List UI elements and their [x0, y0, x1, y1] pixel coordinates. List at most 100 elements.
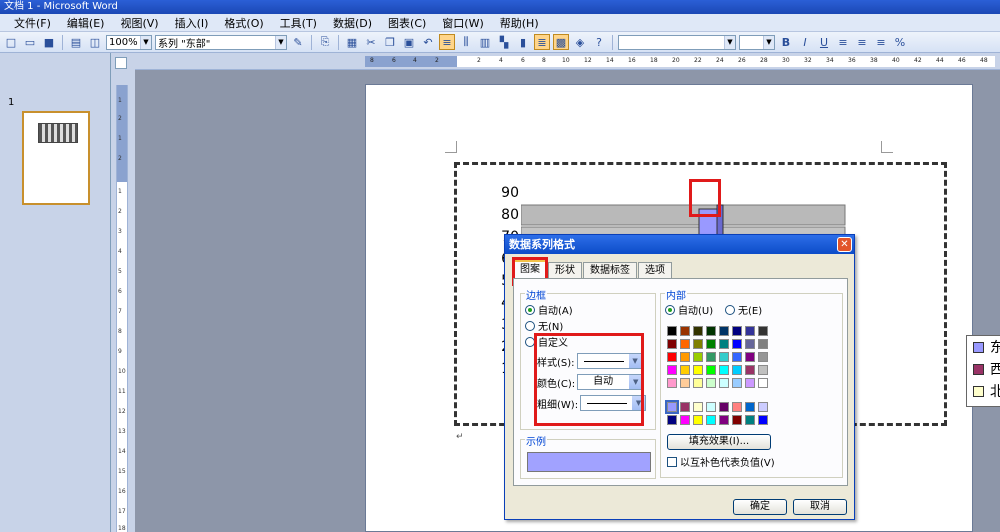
- radio-button[interactable]: [725, 304, 735, 315]
- horizontal-ruler[interactable]: 8 6 4 2 2 4 6 8 10 12 14 16 18 20 22 24 …: [135, 53, 1000, 70]
- color-swatch[interactable]: [680, 352, 690, 362]
- color-swatch[interactable]: [667, 415, 677, 425]
- color-swatch[interactable]: [745, 326, 755, 336]
- color-swatch[interactable]: [693, 365, 703, 375]
- fill-color-icon[interactable]: ◈: [572, 34, 588, 50]
- align-left-icon[interactable]: ≡: [835, 34, 851, 50]
- save-icon[interactable]: ■: [41, 34, 57, 50]
- color-swatch[interactable]: [667, 326, 677, 336]
- align-center-icon[interactable]: ≡: [854, 34, 870, 50]
- zoom-select[interactable]: 100% ▼: [106, 34, 152, 50]
- color-swatch[interactable]: [665, 400, 679, 414]
- color-swatch[interactable]: [693, 339, 703, 349]
- paste-icon[interactable]: ▣: [401, 34, 417, 50]
- menu-help[interactable]: 帮助(H): [492, 15, 547, 31]
- interior-auto-option[interactable]: 自动(U): [665, 302, 713, 317]
- color-swatch[interactable]: [719, 378, 729, 388]
- border-style-select[interactable]: ▼: [576, 353, 643, 369]
- close-icon[interactable]: ✕: [837, 237, 852, 252]
- menu-data[interactable]: 数据(D): [325, 15, 380, 31]
- border-none-option[interactable]: 无(N): [525, 318, 563, 333]
- undo-icon[interactable]: ↶: [420, 34, 436, 50]
- color-swatch[interactable]: [706, 352, 716, 362]
- bold-icon[interactable]: B: [778, 34, 794, 50]
- menu-view[interactable]: 视图(V): [112, 15, 166, 31]
- color-swatch[interactable]: [667, 378, 677, 388]
- menu-window[interactable]: 窗口(W): [434, 15, 491, 31]
- color-swatch[interactable]: [719, 365, 729, 375]
- chevron-down-icon[interactable]: ▼: [275, 35, 286, 49]
- font-size-select[interactable]: ▼: [739, 34, 775, 50]
- page-thumbnail[interactable]: [22, 111, 90, 205]
- radio-button[interactable]: [525, 320, 535, 331]
- print-icon[interactable]: ▤: [68, 34, 84, 50]
- copy-icon[interactable]: ❐: [382, 34, 398, 50]
- menu-insert[interactable]: 插入(I): [167, 15, 217, 31]
- color-swatch[interactable]: [745, 339, 755, 349]
- legend-item[interactable]: 东部: [967, 336, 1000, 358]
- color-swatch[interactable]: [732, 402, 742, 412]
- color-swatch[interactable]: [680, 378, 690, 388]
- color-swatch[interactable]: [732, 378, 742, 388]
- color-swatch[interactable]: [706, 326, 716, 336]
- border-weight-select[interactable]: ▼: [580, 395, 647, 411]
- chevron-down-icon[interactable]: ▼: [140, 35, 151, 49]
- radio-button[interactable]: [525, 304, 535, 315]
- font-name-select[interactable]: ▼: [618, 34, 736, 50]
- by-column-icon[interactable]: ⫼: [458, 34, 474, 50]
- chevron-down-icon[interactable]: ▼: [629, 375, 643, 389]
- fill-effects-button[interactable]: 填充效果(I)...: [667, 434, 771, 450]
- open-folder-icon[interactable]: ▭: [22, 34, 38, 50]
- color-swatch[interactable]: [758, 326, 768, 336]
- color-swatch[interactable]: [706, 339, 716, 349]
- tab-options[interactable]: 选项: [638, 262, 672, 278]
- color-swatch[interactable]: [732, 326, 742, 336]
- color-swatch[interactable]: [693, 326, 703, 336]
- vertical-ruler[interactable]: 1 2 1 2 1 2 3 4 5 6 7 8 9 10 11 12 13 14…: [116, 85, 128, 532]
- underline-icon[interactable]: U: [816, 34, 832, 50]
- radio-button[interactable]: [525, 336, 535, 347]
- tab-selector[interactable]: [115, 57, 127, 69]
- chart-legend[interactable]: 东部 西部 北部: [966, 335, 1000, 407]
- color-swatch[interactable]: [719, 339, 729, 349]
- color-swatch[interactable]: [758, 339, 768, 349]
- color-swatch[interactable]: [745, 402, 755, 412]
- data-table-icon[interactable]: ▥: [477, 34, 493, 50]
- border-auto-option[interactable]: 自动(A): [525, 302, 573, 317]
- color-swatch[interactable]: [758, 415, 768, 425]
- color-swatch[interactable]: [758, 378, 768, 388]
- color-swatch[interactable]: [745, 415, 755, 425]
- percent-icon[interactable]: %: [892, 34, 908, 50]
- color-swatch[interactable]: [732, 352, 742, 362]
- color-swatch[interactable]: [758, 365, 768, 375]
- color-swatch[interactable]: [706, 378, 716, 388]
- color-swatch[interactable]: [719, 402, 729, 412]
- color-swatch[interactable]: [693, 352, 703, 362]
- color-swatch[interactable]: [693, 402, 703, 412]
- chevron-down-icon[interactable]: ▼: [763, 35, 774, 49]
- color-swatch[interactable]: [745, 378, 755, 388]
- value-gridlines-icon[interactable]: ▩: [553, 34, 569, 50]
- color-swatch[interactable]: [719, 415, 729, 425]
- import-file-icon[interactable]: ⎘: [317, 34, 333, 50]
- tab-patterns[interactable]: 图案: [513, 260, 547, 278]
- print-preview-icon[interactable]: ◫: [87, 34, 103, 50]
- radio-button[interactable]: [665, 304, 675, 315]
- color-swatch[interactable]: [732, 339, 742, 349]
- color-swatch[interactable]: [758, 352, 768, 362]
- color-swatch[interactable]: [667, 352, 677, 362]
- dialog-title-bar[interactable]: 数据系列格式: [505, 235, 854, 254]
- tab-data-labels[interactable]: 数据标签: [583, 262, 637, 278]
- color-swatch[interactable]: [667, 339, 677, 349]
- checkbox[interactable]: [667, 456, 677, 467]
- category-gridlines-icon[interactable]: ≣: [534, 34, 550, 50]
- chart-object-select[interactable]: 系列 "东部" ▼: [155, 34, 287, 50]
- legend-icon[interactable]: ▮: [515, 34, 531, 50]
- format-series-icon[interactable]: ✎: [290, 34, 306, 50]
- cut-icon[interactable]: ✂: [363, 34, 379, 50]
- color-swatch[interactable]: [706, 365, 716, 375]
- help-icon[interactable]: ?: [591, 34, 607, 50]
- tab-shape[interactable]: 形状: [548, 262, 582, 278]
- legend-item[interactable]: 西部: [967, 358, 1000, 380]
- chevron-down-icon[interactable]: ▼: [628, 354, 642, 368]
